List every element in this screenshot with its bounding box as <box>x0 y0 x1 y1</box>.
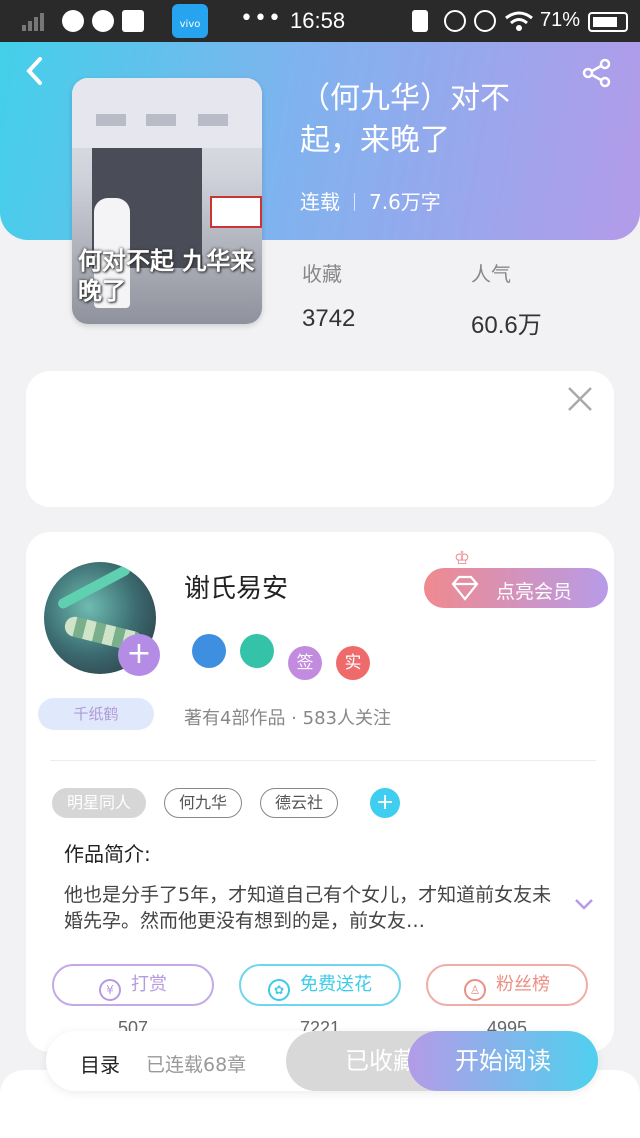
tip-label: 打赏 <box>131 974 167 995</box>
more-notifications-icon: ••• <box>240 6 282 31</box>
word-count: 7.6万字 <box>369 190 441 214</box>
book-meta: 连载 7.6万字 <box>300 186 441 215</box>
tag[interactable]: 何九华 <box>164 788 243 818</box>
vip-button[interactable]: ♔ 点亮会员 <box>424 548 608 608</box>
ad-card <box>26 371 614 507</box>
author-badge: 千纸鹤 <box>38 698 154 730</box>
fan-rank-label: 粉丝榜 <box>496 974 550 995</box>
paint-icon <box>92 10 114 32</box>
signal-icon <box>22 12 46 31</box>
start-reading-button[interactable]: 开始阅读 <box>408 1031 598 1091</box>
close-icon[interactable] <box>566 385 594 413</box>
add-tag-button[interactable]: + <box>370 788 401 818</box>
fan-icon: ♙ <box>464 979 486 1001</box>
flower-icon: ✿ <box>268 979 290 1001</box>
battery-icon <box>588 12 628 32</box>
sign-badge-icon: 签 <box>288 646 322 680</box>
follow-button[interactable]: + <box>118 634 160 676</box>
author-name[interactable]: 谢氏易安 <box>184 568 288 605</box>
divider <box>50 760 596 761</box>
book-title: （何九华）对不起，来晚了 <box>300 81 510 158</box>
back-button[interactable] <box>24 56 50 88</box>
tag[interactable]: 德云社 <box>260 788 339 818</box>
share-icon <box>582 58 611 88</box>
author-badges: 签实 <box>192 634 384 680</box>
tag-list: 明星同人 何九华 德云社 + <box>52 788 401 818</box>
wifi-icon <box>505 11 533 31</box>
chevron-left-icon <box>26 57 42 85</box>
mute-icon <box>444 10 466 32</box>
vivo-store-icon: vivo <box>172 4 208 38</box>
chevron-down-icon[interactable] <box>574 894 594 914</box>
diamond-icon <box>451 575 479 601</box>
handshake-badge-icon <box>240 634 274 668</box>
charging-icon <box>412 10 428 32</box>
intro-heading: 作品简介: <box>64 842 151 866</box>
serial-status: 连载 <box>300 190 340 214</box>
yuan-icon: ¥ <box>99 979 121 1001</box>
message-icon <box>62 10 84 32</box>
alarm-icon <box>474 10 496 32</box>
stat-favorites: 收藏 3742 <box>302 258 355 333</box>
send-flower-label: 免费送花 <box>300 974 372 995</box>
crown-icon: ♔ <box>454 548 471 569</box>
clock: 16:58 <box>290 8 346 33</box>
stat-label: 收藏 <box>302 262 342 286</box>
tag[interactable]: 明星同人 <box>52 788 147 818</box>
intro-text: 他也是分手了5年，才知道自己有个女儿，才知道前女友未婚先孕。然而他更没有想到的是… <box>64 884 552 932</box>
status-bar: vivo ••• 16:58 71% <box>0 0 640 42</box>
toc-button[interactable]: 目录 <box>80 1049 120 1078</box>
author-card: + 千纸鹤 谢氏易安 ♔ 点亮会员 签实 著有4部作品 · 583人关注 明星同… <box>26 532 614 1052</box>
stat-value: 60.6万 <box>471 312 542 339</box>
author-works: 著有4部作品 · 583人关注 <box>184 708 391 729</box>
bottom-bar: 目录 已连载68章 已收藏 开始阅读 <box>46 1031 598 1091</box>
battery-percent: 71% <box>540 9 581 31</box>
vip-button-label: 点亮会员 <box>496 581 573 603</box>
chapter-count: 已连载68章 <box>146 1054 247 1076</box>
stat-label: 人气 <box>471 262 511 286</box>
bag-icon <box>122 10 144 32</box>
stat-popularity: 人气 60.6万 <box>471 258 542 340</box>
stat-value: 3742 <box>302 305 356 332</box>
book-cover[interactable]: 何对不起 九华来晚了 <box>72 78 262 324</box>
share-button[interactable] <box>582 58 612 88</box>
phone-badge-icon <box>192 634 226 668</box>
tip-button[interactable]: ¥ 打赏 <box>52 964 214 1006</box>
cover-caption: 何对不起 九华来晚了 <box>78 247 255 305</box>
verified-badge-icon: 实 <box>336 646 370 680</box>
send-flower-button[interactable]: ✿ 免费送花 <box>239 964 401 1006</box>
fan-rank-button[interactable]: ♙ 粉丝榜 <box>426 964 588 1006</box>
